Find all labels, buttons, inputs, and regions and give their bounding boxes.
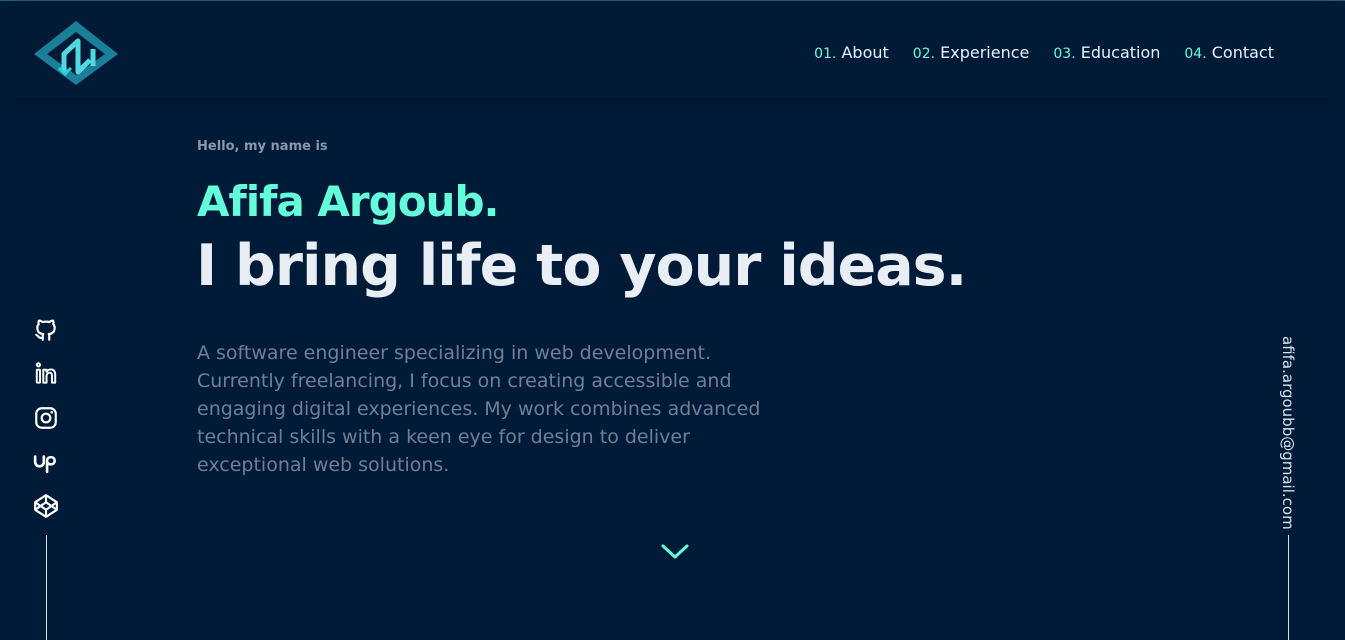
- email-link[interactable]: afifa.argoubb@gmail.com: [1279, 336, 1297, 530]
- right-divider-line: [1288, 535, 1289, 640]
- upwork-icon[interactable]: [33, 449, 59, 475]
- nav-label: Education: [1080, 43, 1161, 62]
- nav-number: 02.: [912, 46, 936, 62]
- github-icon[interactable]: [33, 317, 59, 343]
- chevron-down-icon[interactable]: [660, 541, 690, 561]
- linkedin-icon[interactable]: [33, 361, 59, 387]
- nav-about[interactable]: 01. About: [814, 43, 889, 62]
- codepen-icon[interactable]: [33, 493, 59, 519]
- site-logo-icon[interactable]: [32, 19, 122, 89]
- nav-number: 04.: [1184, 46, 1207, 62]
- social-links: [33, 317, 59, 519]
- hero-greeting: Hello, my name is: [197, 139, 328, 154]
- nav-contact[interactable]: 04. Contact: [1184, 43, 1274, 62]
- hero-description: A software engineer specializing in web …: [197, 342, 761, 476]
- nav-label: Contact: [1211, 43, 1274, 62]
- instagram-icon[interactable]: [33, 405, 59, 431]
- nav-label: Experience: [940, 43, 1030, 62]
- nav-number: 03.: [1053, 46, 1076, 62]
- nav-education[interactable]: 03. Education: [1053, 43, 1160, 62]
- nav-label: About: [841, 43, 889, 62]
- site-header: 01. About 02. Experience 03. Education 0…: [14, 1, 1332, 98]
- hero-tagline: I bring life to your ideas.: [196, 233, 967, 299]
- left-divider-line: [46, 535, 47, 640]
- hero-name: Afifa Argoub.: [197, 177, 499, 226]
- nav-number: 01.: [814, 46, 837, 62]
- main-navigation: 01. About 02. Experience 03. Education 0…: [814, 43, 1274, 62]
- nav-experience[interactable]: 02. Experience: [913, 43, 1030, 62]
